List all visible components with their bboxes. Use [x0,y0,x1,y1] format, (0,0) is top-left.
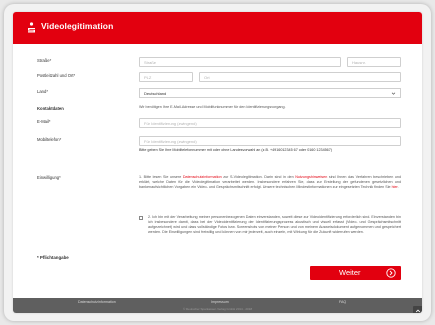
consent-label: Einwilligung* [37,175,61,180]
country-select-value: Deutschland [144,91,167,96]
scroll-top-button[interactable] [413,306,422,313]
app-title: Videolegitimation [41,21,114,31]
page: Videolegitimation Straße* Straße Hausnr.… [13,12,422,313]
next-button-label: Weiter [339,268,361,277]
page-footer: Datenschutzinformation Impressum FAQ © D… [13,298,422,313]
privacy-info-link[interactable]: Datenschutzinformation [183,175,222,179]
street-label: Straße* [37,58,52,63]
required-note: * Pflichtangabe [37,255,69,260]
footer-privacy-link[interactable]: Datenschutzinformation [78,300,116,304]
arrow-up-icon [415,309,421,313]
app-header: Videolegitimation [13,12,422,44]
mobile-hint: Bitte geben Sie Ihre Mobiltelefonnummer … [139,148,333,152]
tech-info-link[interactable]: hier [392,185,398,189]
mobile-label: Mobiltelefon* [37,137,62,142]
footer-imprint-link[interactable]: Impressum [211,300,229,304]
housenumber-input[interactable]: Hausnr. [347,57,401,67]
contact-heading: Kontaktdaten [37,106,64,111]
country-label: Land* [37,89,48,94]
sparkasse-logo-icon [28,22,35,33]
contact-intro: Wir benötigen Ihre E-Mail-Adresse und Mo… [139,105,286,109]
footer-copyright: © Deutscher Sparkassen Verlag GmbH 2014 … [182,307,253,311]
consent-paragraph-2: 2. Ich bin mit der Verarbeitung meiner p… [148,215,401,234]
country-select[interactable]: Deutschland [139,88,401,98]
footer-faq-link[interactable]: FAQ [339,300,346,304]
street-input[interactable]: Straße [139,57,341,67]
arrow-right-circle-icon [386,268,396,278]
email-input[interactable]: Für Identifizierung (zwingend) [139,118,401,128]
mobile-input[interactable]: Für Identifizierung (zwingend) [139,136,401,146]
zip-city-label: Postleitzahl und Ort* [37,73,76,78]
consent-checkbox[interactable] [139,216,143,220]
chevron-down-icon [391,92,396,95]
consent-paragraph-1: 1. Bitte lesen Sie unsere Datenschutzinf… [139,175,402,189]
consent-text-1a: 1. Bitte lesen Sie unsere [139,175,183,179]
email-label: E-Mail* [37,119,51,124]
next-button[interactable]: Weiter [310,266,401,280]
consent-text-1b: zur S-Videolegitimation. Darin sind in d… [221,175,296,179]
screenshot-frame: Videolegitimation Straße* Straße Hausnr.… [4,4,431,321]
zip-input[interactable]: PLZ [139,72,193,82]
usage-notes-link[interactable]: Nutzungshinweisen [295,175,327,179]
city-input[interactable]: Ort [199,72,401,82]
